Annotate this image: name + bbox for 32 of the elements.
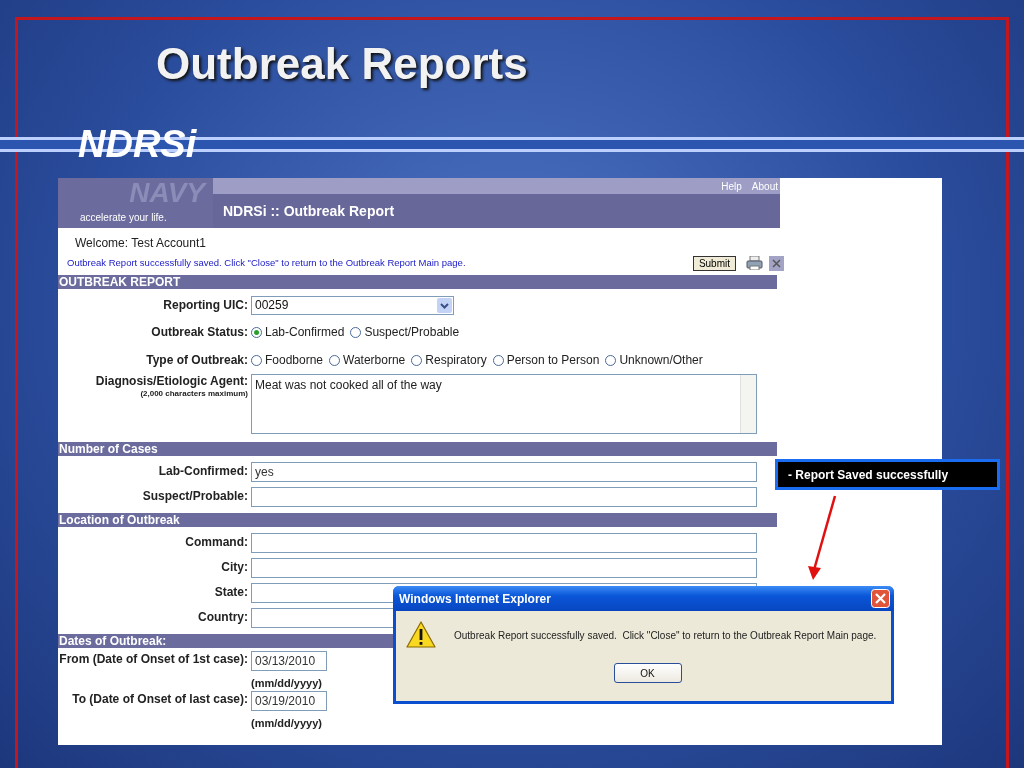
radio-label: Suspect/Probable xyxy=(364,324,460,341)
status-message: Outbreak Report successfully saved. Click "Close" to return to the Outbreak Report Main page. xyxy=(67,255,467,270)
radio-label: Respiratory xyxy=(425,352,487,369)
field-label: City: xyxy=(221,560,248,575)
section-header: OUTBREAK REPORT xyxy=(58,275,777,289)
field-label: State: xyxy=(214,585,248,600)
section-header: Number of Cases xyxy=(58,442,777,456)
field-label: To (Date of Onset of last case): xyxy=(72,692,248,707)
callout-box: - Report Saved successfully xyxy=(775,459,1000,490)
field-label: Suspect/Probable: xyxy=(142,489,248,504)
date-format-hint: (mm/dd/yyyy) xyxy=(251,716,323,730)
slide-title: Outbreak Reports xyxy=(156,38,528,90)
radio-label: Lab-Confirmed xyxy=(265,324,345,341)
field-label: From (Date of Onset of 1st case): xyxy=(59,652,248,667)
field-label: Diagnosis/Etiologic Agent: xyxy=(95,374,248,389)
radio-label: Unknown/Other xyxy=(619,352,703,369)
field-label: Lab-Confirmed: xyxy=(158,464,248,479)
welcome-text: Welcome: Test Account1 xyxy=(75,236,207,250)
page-title: NDRSi :: Outbreak Report xyxy=(223,201,395,221)
logo-tagline: accelerate your life. xyxy=(80,212,167,224)
radio-label: Waterborne xyxy=(343,352,406,369)
date-format-hint: (mm/dd/yyyy) xyxy=(251,676,323,690)
field-label: Reporting UIC: xyxy=(163,297,248,313)
dialog-title-bar: Windows Internet Explorer xyxy=(393,586,894,611)
field-sublabel: (2,000 characters maximum) xyxy=(140,389,248,399)
field-label: Command: xyxy=(185,535,248,550)
field-label: Outbreak Status: xyxy=(151,324,248,340)
field-label: Country: xyxy=(198,610,248,625)
radio-label: Person to Person xyxy=(506,352,600,369)
radio-label: Foodborne xyxy=(265,352,324,369)
section-header: Location of Outbreak xyxy=(58,513,777,527)
field-label: Type of Outbreak: xyxy=(146,352,248,368)
